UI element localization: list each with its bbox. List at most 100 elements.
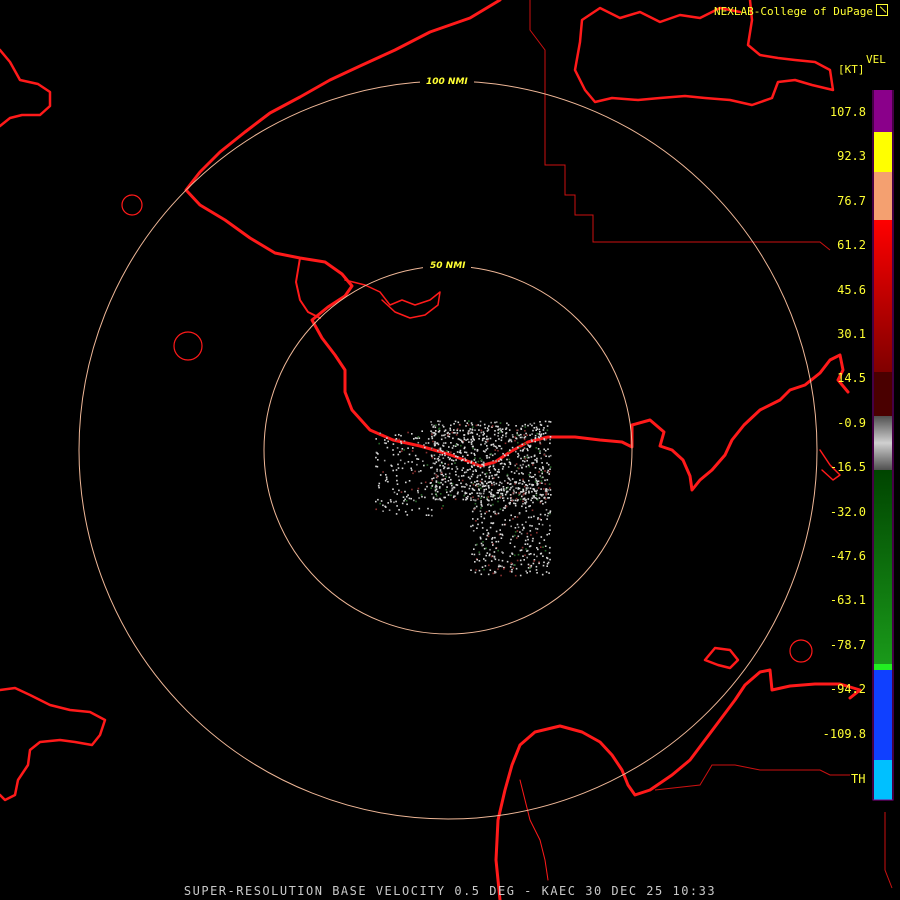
echo-pixel bbox=[432, 426, 434, 428]
echo-pixel bbox=[494, 497, 497, 500]
echo-pixel bbox=[507, 454, 509, 457]
echo-pixel bbox=[387, 440, 389, 443]
scale-band bbox=[874, 132, 892, 172]
echo-pixel bbox=[491, 425, 494, 427]
echo-pixel bbox=[388, 509, 391, 511]
echo-pixel bbox=[546, 565, 548, 567]
echo-pixel bbox=[376, 465, 379, 468]
echo-pixel bbox=[439, 469, 442, 471]
range-ring-100 bbox=[78, 80, 818, 820]
echo-pixel bbox=[526, 434, 528, 436]
echo-pixel bbox=[438, 456, 440, 458]
echo-pixel bbox=[464, 491, 467, 494]
echo-pixel bbox=[470, 499, 472, 501]
velocity-color-scale: 107.8 92.3 76.7 61.2 45.6 30.1 14.5 -0.9 -16.5 -3… bbox=[812, 90, 894, 801]
echo-pixel bbox=[503, 568, 505, 570]
echo-pixel bbox=[417, 458, 420, 460]
echo-pixel bbox=[513, 472, 516, 474]
echo-pixel bbox=[472, 470, 475, 473]
echo-pixel bbox=[442, 465, 444, 467]
echo-pixel bbox=[407, 431, 409, 434]
echo-pixel bbox=[406, 503, 408, 506]
echo-pixel bbox=[530, 516, 533, 519]
echo-pixel bbox=[456, 468, 459, 470]
echo-pixel bbox=[527, 449, 529, 452]
echo-pixel bbox=[487, 573, 490, 576]
echo-pixel bbox=[544, 470, 546, 472]
echo-pixel bbox=[545, 455, 547, 457]
echo-pixel bbox=[403, 449, 405, 451]
echo-pixel bbox=[435, 480, 438, 482]
echo-pixel bbox=[434, 486, 437, 488]
echo-pixel bbox=[400, 440, 402, 443]
echo-pixel bbox=[499, 458, 502, 461]
echo-pixel bbox=[481, 463, 483, 466]
echo-pixel bbox=[481, 566, 484, 568]
echo-pixel bbox=[492, 460, 494, 462]
echo-pixel bbox=[483, 496, 485, 499]
echo-pixel bbox=[512, 518, 514, 520]
echo-pixel bbox=[491, 477, 494, 480]
echo-pixel bbox=[510, 439, 512, 441]
echo-pixel bbox=[464, 457, 466, 460]
echo-pixel bbox=[424, 446, 426, 449]
echo-pixel bbox=[491, 499, 493, 501]
echo-pixel bbox=[457, 475, 460, 478]
echo-pixel bbox=[500, 439, 503, 442]
echo-pixel bbox=[544, 549, 547, 552]
echo-pixel bbox=[509, 519, 511, 522]
echo-pixel bbox=[546, 479, 549, 481]
echo-pixel bbox=[513, 534, 516, 537]
echo-pixel bbox=[384, 439, 386, 441]
echo-pixel bbox=[534, 473, 536, 476]
echo-pixel bbox=[375, 500, 377, 503]
echo-pixel bbox=[504, 480, 506, 482]
echo-pixel bbox=[534, 467, 537, 469]
echo-pixel bbox=[435, 492, 437, 495]
echo-pixel bbox=[491, 489, 493, 491]
echo-pixel bbox=[492, 503, 494, 506]
echo-pixel bbox=[425, 514, 428, 516]
echo-pixel bbox=[483, 568, 485, 571]
echo-pixel bbox=[476, 433, 478, 436]
echo-pixel bbox=[462, 498, 465, 501]
echo-pixel bbox=[549, 421, 552, 423]
echo-pixel bbox=[470, 569, 472, 571]
echo-pixel bbox=[471, 432, 474, 434]
echo-pixel bbox=[488, 487, 490, 489]
echo-pixel bbox=[471, 424, 474, 426]
echo-pixel bbox=[521, 443, 524, 446]
echo-pixel bbox=[483, 462, 485, 464]
echo-pixel bbox=[524, 539, 527, 542]
echo-pixel bbox=[447, 456, 450, 459]
echo-pixel bbox=[521, 546, 524, 549]
echo-pixel bbox=[483, 485, 486, 487]
echo-pixel bbox=[382, 504, 384, 507]
echo-pixel bbox=[519, 449, 522, 452]
product-caption: SUPER-RESOLUTION BASE VELOCITY 0.5 DEG -… bbox=[183, 884, 717, 898]
echo-pixel bbox=[507, 482, 509, 484]
echo-pixel bbox=[439, 493, 442, 495]
echo-pixel bbox=[400, 450, 403, 452]
echo-pixel bbox=[435, 430, 437, 432]
echo-pixel bbox=[473, 439, 475, 441]
echo-pixel bbox=[537, 448, 540, 450]
echo-pixel bbox=[536, 480, 539, 483]
echo-pixel bbox=[529, 567, 531, 569]
echo-pixel bbox=[435, 488, 438, 490]
echo-pixel bbox=[525, 506, 527, 509]
echo-pixel bbox=[423, 464, 425, 467]
echo-pixel bbox=[490, 443, 493, 446]
echo-pixel bbox=[472, 530, 475, 532]
echo-pixel bbox=[517, 535, 520, 538]
echo-pixel bbox=[531, 462, 533, 464]
echo-pixel bbox=[521, 425, 524, 427]
echo-pixel bbox=[535, 492, 538, 495]
echo-pixel bbox=[505, 432, 508, 434]
echo-pixel bbox=[535, 494, 538, 497]
echo-pixel bbox=[534, 440, 536, 443]
echo-pixel bbox=[466, 422, 469, 424]
echo-pixel bbox=[497, 565, 500, 568]
echo-pixel bbox=[490, 453, 492, 455]
echo-pixel bbox=[493, 483, 496, 486]
